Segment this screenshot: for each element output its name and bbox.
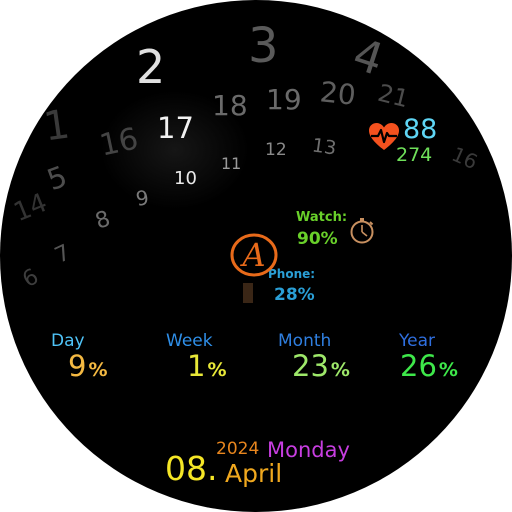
dial-number: 8 — [92, 206, 114, 235]
current-hour-number: 17 — [157, 111, 194, 145]
pointer-hour-number: 10 — [174, 168, 197, 189]
month-value: 23% — [292, 349, 350, 383]
dial-number: 21 — [375, 78, 412, 114]
dial-number: 18 — [212, 89, 248, 122]
day-label: Day — [51, 331, 85, 351]
dial-number: 14 — [9, 187, 52, 229]
day-value: 9% — [68, 349, 108, 383]
dial-number: 4 — [346, 28, 390, 87]
dial-number: 12 — [265, 140, 287, 160]
dial-number: 1 — [40, 101, 73, 151]
year-label: Year — [399, 331, 435, 351]
watch-battery-value: 90% — [297, 229, 338, 249]
phone-battery-value: 28% — [274, 285, 315, 305]
date-day: 08. — [165, 449, 218, 488]
watch-face: 1 2 3 4 5 6 7 8 9 11 12 13 14 15 16 18 1… — [0, 0, 512, 512]
dial-number: 3 — [248, 18, 279, 74]
week-value: 1% — [187, 349, 227, 383]
stopwatch-icon — [348, 217, 376, 245]
dial-number: 5 — [42, 158, 72, 198]
week-label: Week — [166, 331, 213, 351]
date-year: 2024 — [216, 439, 260, 459]
dial-number: 20 — [318, 75, 358, 112]
date-weekday: Monday — [267, 438, 350, 462]
heart-rate-value: 88 — [403, 114, 438, 145]
heart-secondary-value: 274 — [396, 144, 433, 166]
month-label: Month — [278, 331, 332, 351]
center-logo: A — [227, 228, 281, 282]
dial-number: 11 — [221, 154, 242, 173]
date-month: April — [225, 459, 283, 488]
center-pin — [243, 283, 253, 303]
dial-number: 19 — [266, 83, 302, 116]
dial-number-big: 2 — [136, 40, 166, 94]
dial-number: 15 — [0, 220, 2, 221]
dial-number: 16 — [96, 121, 142, 164]
logo-letter: A — [239, 236, 265, 274]
dial-number: 16 — [448, 141, 482, 175]
dial-number: 7 — [51, 240, 75, 269]
year-value: 26% — [400, 349, 458, 383]
dial-number: 6 — [18, 264, 44, 293]
dial-number: 13 — [310, 134, 338, 160]
watch-battery-label: Watch: — [296, 210, 348, 225]
